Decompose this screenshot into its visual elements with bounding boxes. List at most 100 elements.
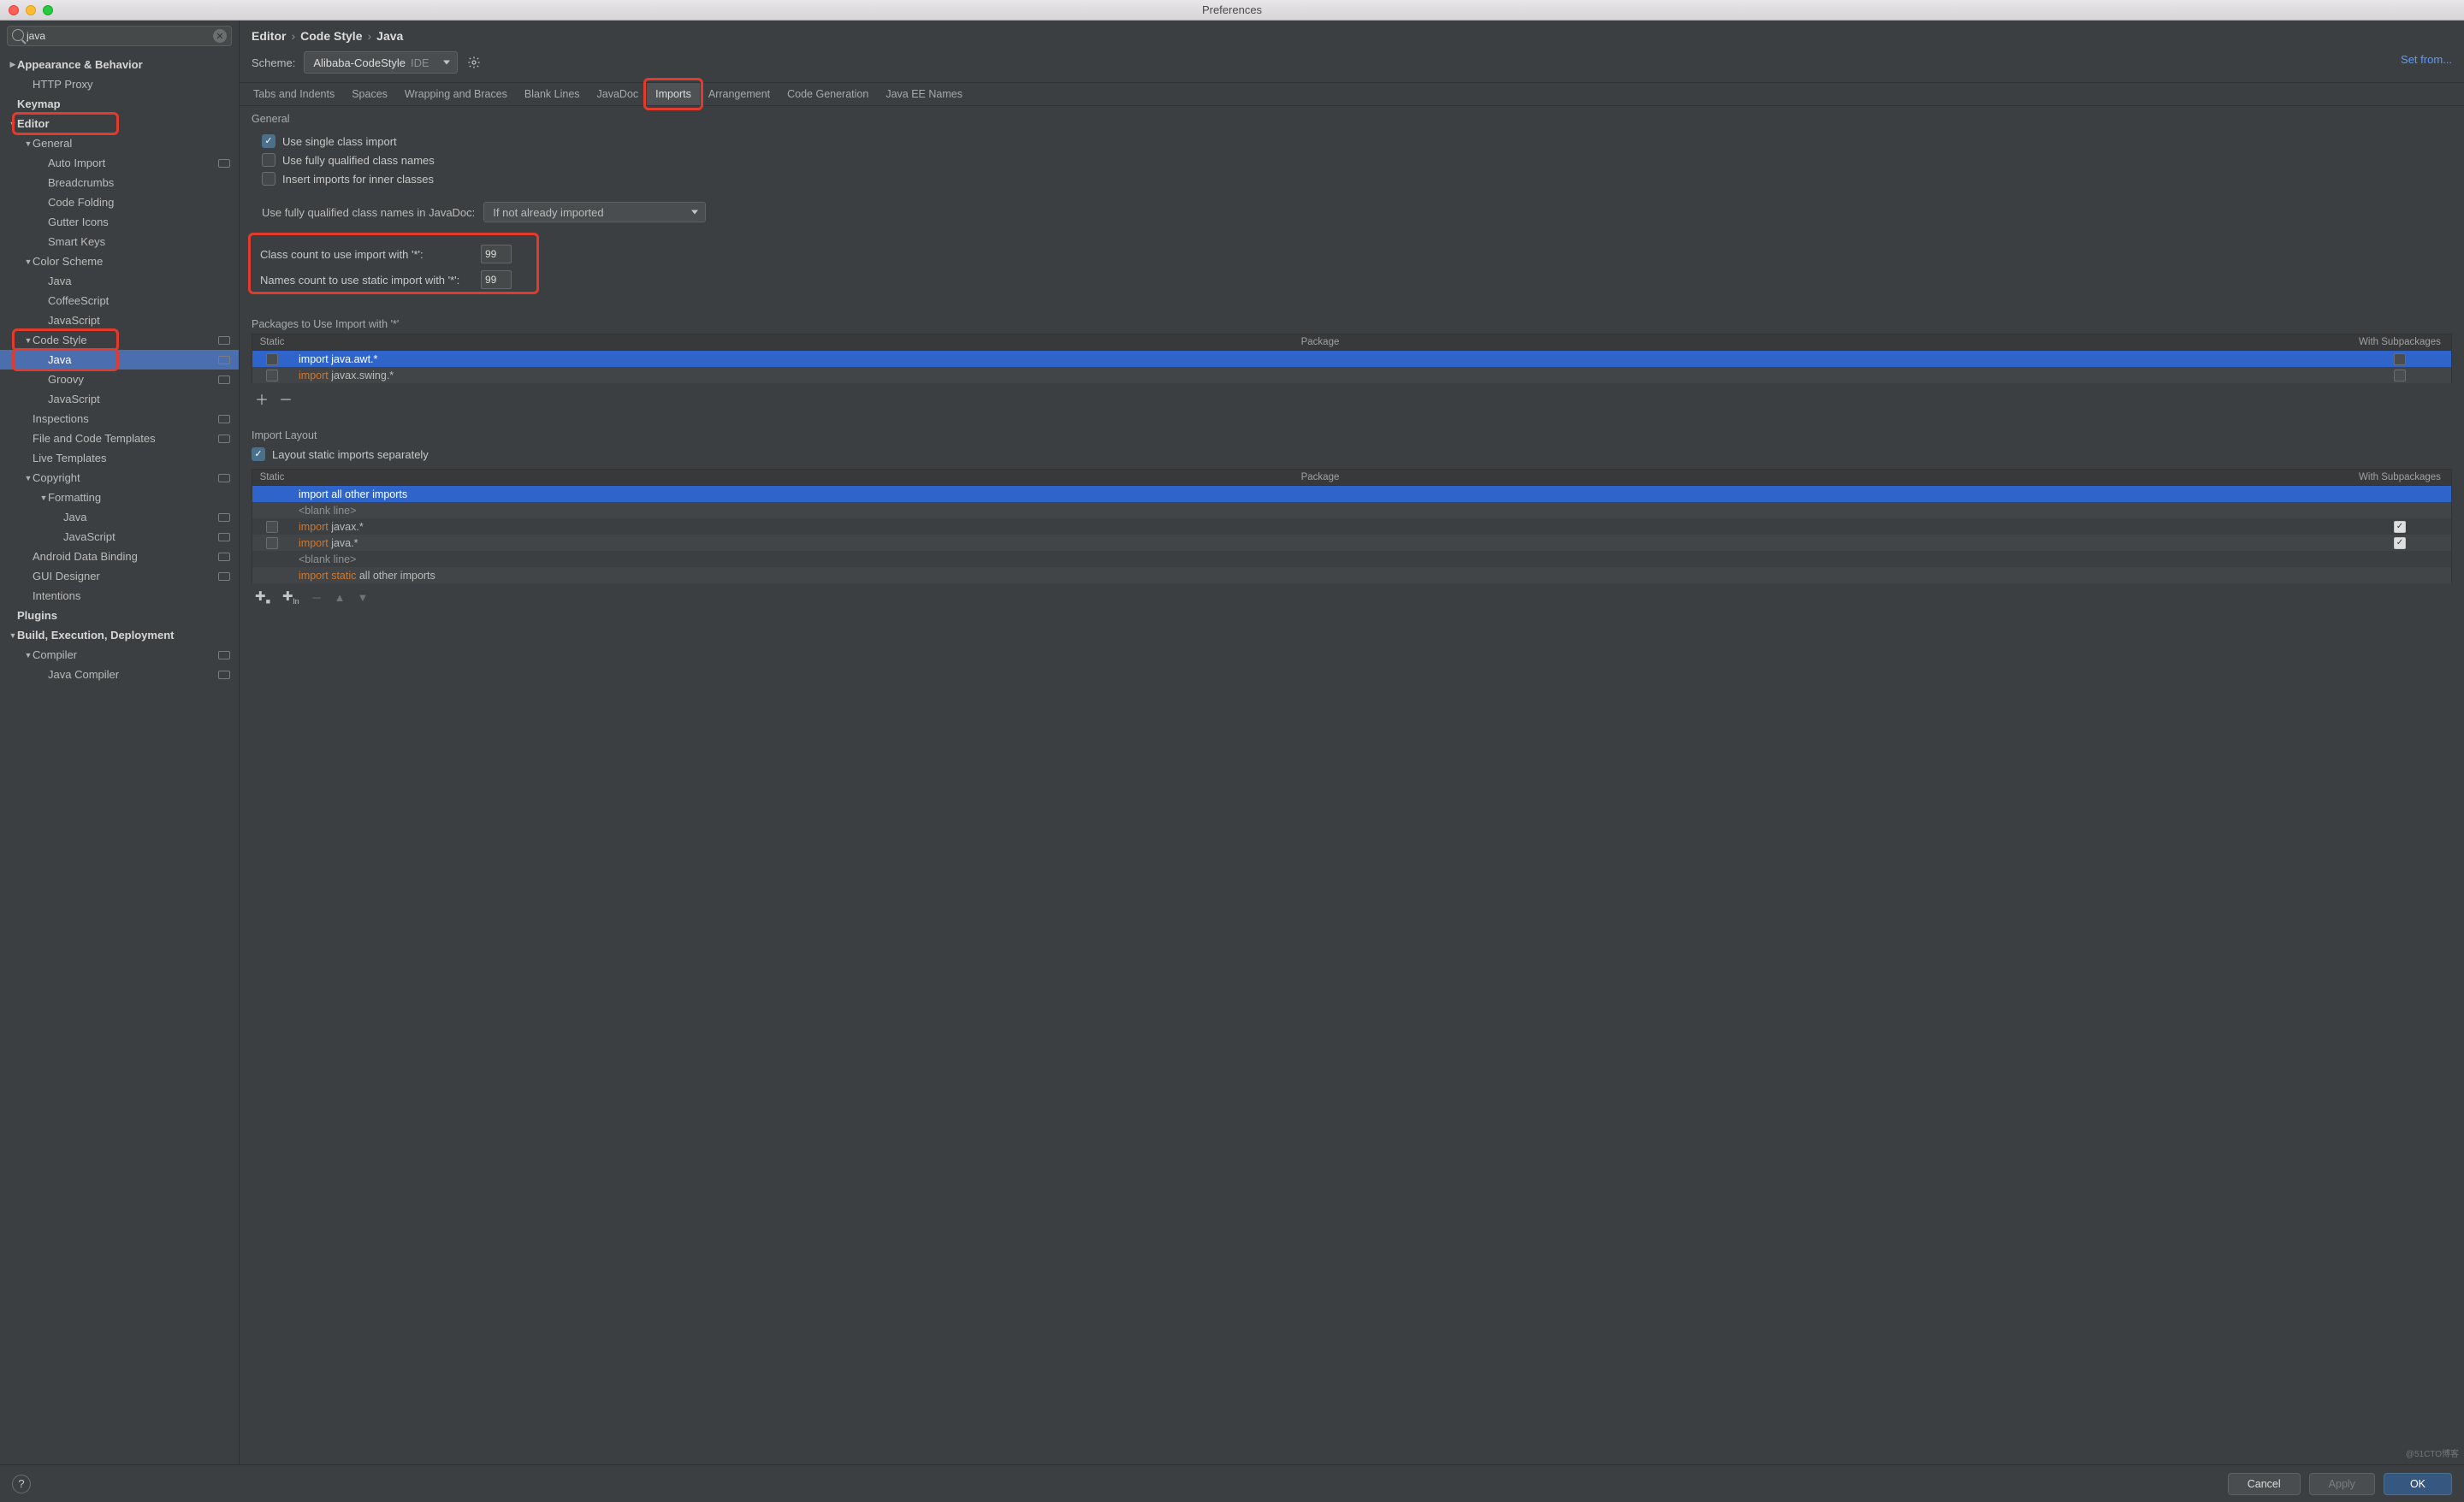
tree-item[interactable]: ▶Appearance & Behavior (0, 55, 239, 74)
project-scope-icon (218, 474, 230, 482)
help-button[interactable]: ? (12, 1475, 31, 1493)
static-checkbox[interactable] (266, 353, 278, 365)
add-package-button[interactable]: ＋ (255, 388, 269, 409)
tree-item-label: Smart Keys (48, 235, 105, 248)
tab-spaces[interactable]: Spaces (343, 83, 396, 105)
table-row[interactable]: import javax.* (252, 518, 2451, 535)
packages-title: Packages to Use Import with '*' (240, 303, 2464, 334)
table-row[interactable]: <blank line> (252, 551, 2451, 567)
tree-item[interactable]: Gutter Icons (0, 212, 239, 232)
class-count-input[interactable] (481, 245, 512, 263)
project-scope-icon (218, 336, 230, 345)
tab-tabs-and-indents[interactable]: Tabs and Indents (245, 83, 343, 105)
static-checkbox[interactable] (266, 537, 278, 549)
tree-item[interactable]: Java (0, 507, 239, 527)
tree-item[interactable]: JavaScript (0, 389, 239, 409)
tab-blank-lines[interactable]: Blank Lines (516, 83, 589, 105)
tree-item[interactable]: Smart Keys (0, 232, 239, 251)
project-scope-icon (218, 356, 230, 364)
tab-wrapping-and-braces[interactable]: Wrapping and Braces (396, 83, 516, 105)
static-checkbox[interactable] (266, 521, 278, 533)
tree-item[interactable]: Keymap (0, 94, 239, 114)
tree-item[interactable]: Plugins (0, 606, 239, 625)
tree-item[interactable]: ▼Copyright (0, 468, 239, 488)
add-layout-button[interactable]: ✚■ (255, 588, 270, 606)
layout-separate-cb[interactable] (252, 447, 265, 461)
tree-item[interactable]: Java (0, 271, 239, 291)
tab-java-ee-names[interactable]: Java EE Names (877, 83, 971, 105)
add-layout-blank-button[interactable]: ✚ln (282, 588, 299, 606)
subpkg-checkbox[interactable] (2394, 353, 2406, 365)
tree-item[interactable]: Auto Import (0, 153, 239, 173)
scheme-value: Alibaba-CodeStyle (313, 56, 406, 69)
tree-item[interactable]: Java Compiler (0, 665, 239, 684)
tree-item[interactable]: Code Folding (0, 192, 239, 212)
table-row[interactable]: <blank line> (252, 502, 2451, 518)
names-count-input[interactable] (481, 270, 512, 289)
tree-item[interactable]: ▼General (0, 133, 239, 153)
class-count-label: Class count to use import with '*': (260, 248, 476, 261)
tab-imports[interactable]: Imports (647, 83, 700, 105)
tree-item[interactable]: Android Data Binding (0, 547, 239, 566)
static-checkbox[interactable] (266, 370, 278, 381)
tree-item[interactable]: Live Templates (0, 448, 239, 468)
tree-item[interactable]: ▼Code Style (0, 330, 239, 350)
remove-layout-button[interactable]: － (311, 589, 323, 606)
tree-item[interactable]: Inspections (0, 409, 239, 429)
tab-code-generation[interactable]: Code Generation (779, 83, 877, 105)
table-row[interactable]: import static all other imports (252, 567, 2451, 583)
checkbox[interactable] (262, 134, 275, 148)
table-row[interactable]: import java.awt.* (252, 351, 2451, 367)
breadcrumb: Editor›Code Style›Java (240, 21, 2401, 46)
move-down-button[interactable]: ▼ (358, 591, 369, 604)
subpkg-checkbox[interactable] (2394, 521, 2406, 533)
tree-item[interactable]: Groovy (0, 370, 239, 389)
tree-item[interactable]: ▼Formatting (0, 488, 239, 507)
remove-package-button[interactable]: － (279, 388, 293, 409)
scheme-combo[interactable]: Alibaba-CodeStyle IDE (304, 51, 458, 74)
tree-item[interactable]: Breadcrumbs (0, 173, 239, 192)
table-row[interactable]: import all other imports (252, 486, 2451, 502)
table-row[interactable]: import javax.swing.* (252, 367, 2451, 383)
move-up-button[interactable]: ▲ (335, 591, 346, 604)
sidebar: ✕ ▶Appearance & BehaviorHTTP ProxyKeymap… (0, 21, 240, 1464)
tree-item[interactable]: ▼Editor (0, 114, 239, 133)
scheme-label: Scheme: (252, 56, 295, 69)
scheme-scope: IDE (411, 56, 429, 69)
tree-item-label: Java (63, 511, 86, 523)
tree-item-label: Live Templates (33, 452, 106, 464)
tree-item[interactable]: HTTP Proxy (0, 74, 239, 94)
tree-item[interactable]: ▼Build, Execution, Deployment (0, 625, 239, 645)
clear-search-button[interactable]: ✕ (213, 29, 227, 43)
tree-item-label: File and Code Templates (33, 432, 156, 445)
tree-item[interactable]: JavaScript (0, 527, 239, 547)
set-from-link[interactable]: Set from... (2401, 53, 2464, 66)
apply-button[interactable]: Apply (2309, 1473, 2375, 1495)
tree-item-label: GUI Designer (33, 570, 100, 582)
tab-arrangement[interactable]: Arrangement (700, 83, 779, 105)
tree-item[interactable]: CoffeeScript (0, 291, 239, 310)
tree-item-label: Auto Import (48, 157, 105, 169)
tree-item-label: Code Style (33, 334, 87, 346)
scheme-row: Scheme: Alibaba-CodeStyle IDE (240, 46, 2401, 82)
tree-item[interactable]: Intentions (0, 586, 239, 606)
subpkg-checkbox[interactable] (2394, 537, 2406, 549)
gear-icon[interactable] (466, 55, 482, 70)
checkbox-label: Use single class import (282, 135, 397, 148)
tree-item[interactable]: ▼Compiler (0, 645, 239, 665)
tab-javadoc[interactable]: JavaDoc (589, 83, 648, 105)
javadoc-fq-combo[interactable]: If not already imported (483, 202, 706, 222)
search-input[interactable] (7, 26, 232, 46)
table-row[interactable]: import java.* (252, 535, 2451, 551)
tree-item[interactable]: GUI Designer (0, 566, 239, 586)
cancel-button[interactable]: Cancel (2228, 1473, 2301, 1495)
tree-item[interactable]: File and Code Templates (0, 429, 239, 448)
tree-item[interactable]: Java (0, 350, 239, 370)
tree-item[interactable]: ▼Color Scheme (0, 251, 239, 271)
checkbox[interactable] (262, 153, 275, 167)
checkbox[interactable] (262, 172, 275, 186)
subpkg-checkbox[interactable] (2394, 370, 2406, 381)
settings-tree[interactable]: ▶Appearance & BehaviorHTTP ProxyKeymap▼E… (0, 51, 239, 1464)
ok-button[interactable]: OK (2384, 1473, 2452, 1495)
tree-item[interactable]: JavaScript (0, 310, 239, 330)
